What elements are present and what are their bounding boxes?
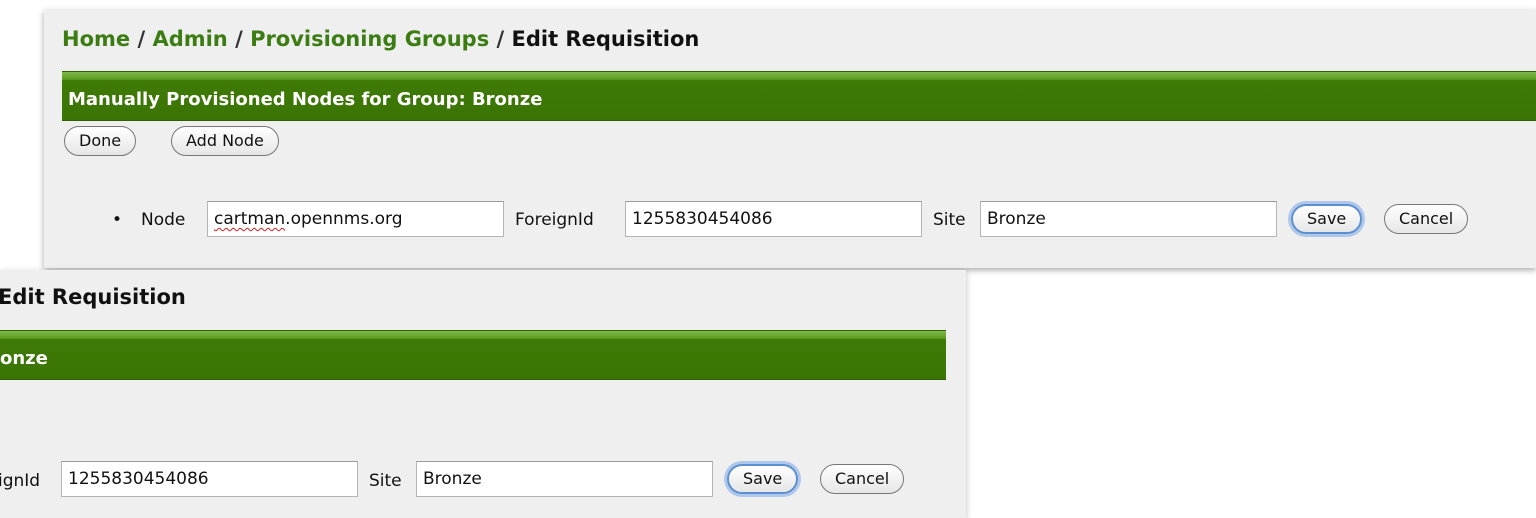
node-hostname-value: .opennms.org [285,209,403,229]
breadcrumb: Home / Admin / Provisioning Groups / Edi… [62,27,699,51]
add-node-button[interactable]: Add Node [171,126,279,156]
site-label: Site [933,210,966,230]
foreign-id-value: 1255830454086 [68,469,209,489]
breadcrumb-admin-link[interactable]: Admin [152,27,227,51]
save-button[interactable]: Save [1291,204,1363,234]
site-value: Bronze [423,469,482,489]
breadcrumb-home-link[interactable]: Home [62,27,130,51]
section-header-bar-cropped: onze [0,330,946,380]
section-header-bar: Manually Provisioned Nodes for Group: Br… [62,71,1536,121]
node-label: Node [141,210,186,230]
site-value: Bronze [987,209,1046,229]
site-label: Site [369,471,402,491]
list-bullet: • [112,210,123,230]
done-button[interactable]: Done [64,126,137,156]
screenshot-cropped-view: Edit Requisition onze ignId 125583045408… [0,270,966,518]
foreign-id-input[interactable]: 1255830454086 [61,461,358,497]
breadcrumb-separator: / [496,27,505,51]
foreign-id-label-cropped: ignId [0,471,41,491]
foreign-id-label: ForeignId [515,210,594,230]
node-hostname-input[interactable]: cartman.opennms.org [207,201,504,237]
breadcrumb-current-page: Edit Requisition [0,285,186,309]
breadcrumb-current-page: Edit Requisition [511,27,700,51]
spellcheck-flagged-text: cartman [214,209,286,229]
foreign-id-value: 1255830454086 [632,209,773,229]
foreign-id-input[interactable]: 1255830454086 [625,201,922,237]
breadcrumb-cropped: Edit Requisition [0,285,186,309]
cancel-button[interactable]: Cancel [820,464,905,494]
breadcrumb-separator: / [235,27,243,51]
section-header-title-cropped: onze [0,348,48,369]
breadcrumb-provisioning-groups-link[interactable]: Provisioning Groups [250,27,489,51]
section-header-title: Manually Provisioned Nodes for Group: Br… [68,89,543,110]
cancel-button[interactable]: Cancel [1384,204,1469,234]
site-input[interactable]: Bronze [980,201,1277,237]
breadcrumb-separator: / [137,27,146,51]
screenshot-full-view: Home / Admin / Provisioning Groups / Edi… [44,10,1536,268]
site-input[interactable]: Bronze [416,461,713,497]
save-button[interactable]: Save [727,464,799,494]
